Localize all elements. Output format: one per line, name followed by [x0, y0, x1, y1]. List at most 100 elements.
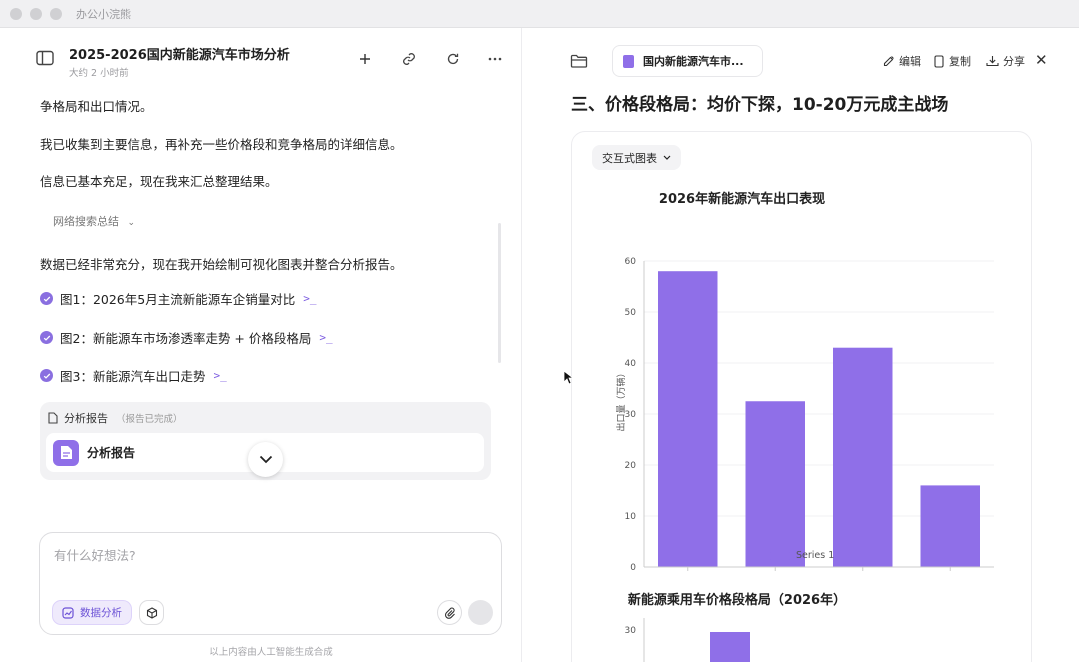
download-icon: [986, 56, 999, 67]
mode-label: 数据分析: [80, 607, 122, 619]
report-card-title: 分析报告: [64, 412, 108, 425]
legend-swatch: [770, 550, 790, 561]
share-link-button[interactable]: [400, 50, 418, 68]
paperclip-icon: [444, 607, 455, 619]
mouse-cursor-icon: [563, 370, 573, 385]
window-minimize-dot[interactable]: [30, 7, 42, 20]
search-summary-toggle[interactable]: 网络搜索总结 ⌄: [53, 213, 135, 229]
step-item[interactable]: 图2：新能源车市场渗透率走势 + 价格段格局 >_: [40, 328, 333, 347]
scroll-to-bottom-button[interactable]: [248, 442, 283, 477]
window-titlebar: 办公小浣熊: [0, 0, 1079, 28]
document-icon: [623, 54, 634, 68]
document-tab[interactable]: 国内新能源汽车市...: [612, 45, 763, 77]
bar[interactable]: [920, 485, 981, 567]
link-icon: [403, 53, 415, 65]
bar[interactable]: [710, 632, 750, 662]
y-tick-label: 20: [625, 461, 637, 471]
search-summary-label: 网络搜索总结: [53, 215, 119, 228]
document-panel: 国内新能源汽车市... 编辑 复制 分享 ✕ 三、价格段格局：均价下探，10-2…: [523, 28, 1079, 662]
window-controls[interactable]: [10, 7, 62, 20]
close-icon[interactable]: ✕: [1035, 51, 1048, 69]
bar[interactable]: [833, 347, 893, 567]
edit-button[interactable]: 编辑: [883, 53, 921, 69]
copy-button[interactable]: 复制: [933, 53, 971, 69]
report-file-icon: [53, 439, 79, 466]
step-label: 图2：新能源车市场渗透率走势 + 价格段格局: [60, 331, 312, 346]
sidebar-toggle-icon[interactable]: [36, 50, 54, 66]
y-tick-label: 10: [625, 512, 637, 522]
chevron-down-icon: [663, 155, 671, 160]
more-menu-button[interactable]: [486, 50, 504, 68]
report-card-header: 分析报告 （报告已完成）: [48, 410, 183, 426]
check-circle-icon: [40, 292, 53, 305]
bar[interactable]: [658, 271, 718, 567]
refresh-button[interactable]: [444, 50, 462, 68]
chat-input[interactable]: [54, 548, 474, 563]
send-button[interactable]: [468, 600, 493, 625]
last-updated-time: 大约 2 小时前: [69, 68, 129, 79]
code-terminal-icon[interactable]: >_: [319, 331, 332, 344]
chevron-down-icon: ⌄: [127, 218, 136, 228]
chart-title: 2026年新能源汽车出口表现: [659, 191, 825, 207]
app-name: 办公小浣熊: [76, 7, 131, 21]
chart-mode-dropdown[interactable]: 交互式图表: [592, 145, 681, 170]
tools-button[interactable]: [139, 600, 164, 625]
y-tick-label: 50: [625, 308, 637, 318]
chart-card: 交互式图表 2026年新能源汽车出口表现 出口量（万辆） 0 10 20 30 40 50…: [571, 131, 1032, 662]
step-label: 图1：2026年5月主流新能源车企销量对比: [60, 292, 296, 307]
chart-legend[interactable]: Series 1: [770, 550, 834, 561]
document-tab-title: 国内新能源汽车市...: [643, 55, 744, 68]
chat-composer: 数据分析: [39, 532, 502, 635]
price-segment-chart: 新能源乘用车价格段格局（2026年） 2530: [625, 592, 846, 662]
export-bar-chart: 2026年新能源汽车出口表现 出口量（万辆） 0102030405060 26-…: [615, 191, 994, 572]
check-circle-icon: [40, 331, 53, 344]
y-tick-label: 60: [625, 257, 637, 267]
window-close-dot[interactable]: [10, 7, 22, 20]
cube-icon: [146, 606, 157, 619]
attach-file-button[interactable]: [437, 600, 462, 625]
chart-title: 新能源乘用车价格段格局（2026年）: [628, 592, 846, 608]
step-item[interactable]: 图1：2026年5月主流新能源车企销量对比 >_: [40, 289, 316, 308]
share-button[interactable]: 分享: [986, 53, 1025, 69]
document-icon: [48, 412, 58, 424]
check-circle-icon: [40, 369, 53, 382]
refresh-icon: [447, 53, 459, 65]
folder-icon[interactable]: [570, 53, 588, 69]
report-status: （报告已完成）: [116, 414, 183, 425]
chat-message-line: 我已收集到主要信息，再补充一些价格段和竞争格局的详细信息。: [40, 137, 403, 152]
window-zoom-dot[interactable]: [50, 7, 62, 20]
y-tick-label: 0: [630, 563, 636, 572]
chat-header: 2025-2026国内新能源汽车市场分析 大约 2 小时前: [0, 28, 522, 88]
copy-label: 复制: [949, 55, 971, 68]
new-chat-button[interactable]: [356, 50, 374, 68]
code-terminal-icon[interactable]: >_: [213, 369, 226, 382]
chat-message-line: 信息已基本充足，现在我来汇总整理结果。: [40, 174, 278, 189]
bar[interactable]: [745, 401, 806, 567]
data-analysis-mode-button[interactable]: 数据分析: [52, 600, 132, 625]
code-terminal-icon[interactable]: >_: [303, 292, 316, 305]
y-tick-label: 40: [625, 359, 637, 369]
legend-label: Series 1: [796, 550, 835, 561]
more-dots-icon: [488, 57, 502, 61]
step-label: 图3：新能源汽车出口走势: [60, 369, 206, 384]
y-tick-label: 30: [625, 626, 637, 636]
chevron-down-icon: [259, 455, 272, 464]
chart-mode-label: 交互式图表: [602, 151, 657, 165]
edit-icon: [883, 56, 894, 67]
plus-icon: [360, 54, 370, 64]
chat-panel: 2025-2026国内新能源汽车市场分析 大约 2 小时前 争格局和出口情况。 …: [0, 28, 522, 662]
step-item[interactable]: 图3：新能源汽车出口走势 >_: [40, 366, 227, 385]
chat-scrollbar[interactable]: [498, 223, 501, 363]
chart-card-icon: [62, 606, 74, 619]
edit-label: 编辑: [899, 55, 921, 68]
chat-message-line: 争格局和出口情况。: [40, 99, 153, 114]
share-label: 分享: [1003, 55, 1025, 68]
ai-disclaimer: 以上内容由人工智能生成合成: [209, 647, 333, 658]
section-heading: 三、价格段格局：均价下探，10-20万元成主战场: [571, 95, 949, 115]
chat-message-line: 数据已经非常充分，现在我开始绘制可视化图表并整合分析报告。: [40, 257, 403, 272]
page-title: 2025-2026国内新能源汽车市场分析: [69, 48, 290, 63]
copy-icon: [934, 54, 944, 68]
report-name: 分析报告: [87, 446, 136, 460]
y-axis-label: 出口量（万辆）: [615, 368, 627, 431]
y-tick-label: 30: [625, 410, 637, 420]
